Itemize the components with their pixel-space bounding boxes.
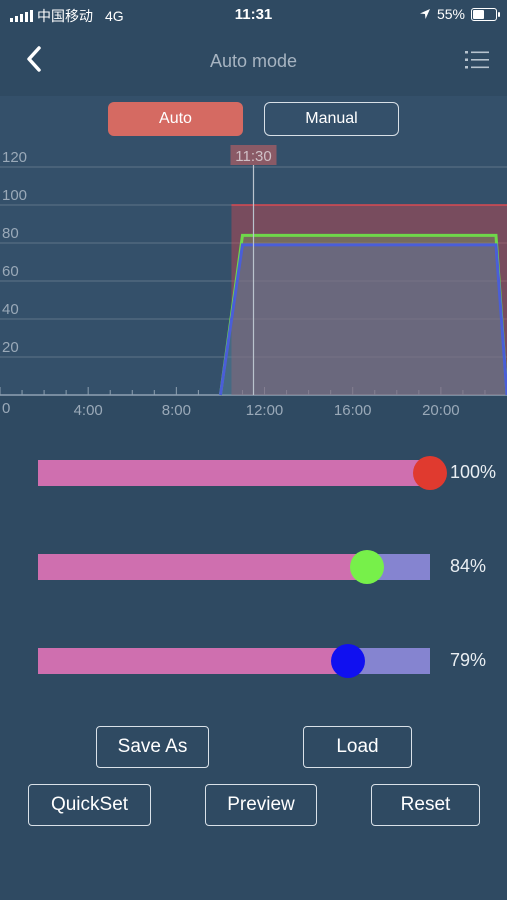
slider-value-label: 84% [450,556,487,576]
x-tick-label: 12:00 [246,402,284,419]
slider-knob[interactable] [413,456,447,490]
intensity-chart: 11:30 120 100 80 60 40 20 0 4:00 8:00 12:00 16:00 20… [0,145,507,419]
save-as-button[interactable]: Save As [96,726,209,768]
battery-icon [471,7,500,21]
page-title: Auto mode [209,51,298,71]
x-tick-label: 4:00 [74,402,103,419]
preview-button[interactable]: Preview [205,784,317,826]
quickset-button[interactable]: QuickSet [28,784,151,826]
slider-fill [38,648,348,674]
y-tick-label: 20 [2,339,19,356]
slider-fill [38,554,368,580]
x-tick-label: 20:00 [422,402,460,419]
x-tick-label: 8:00 [162,402,191,419]
x-tick-label: 16:00 [334,402,372,419]
channel-slider[interactable] [38,456,447,490]
location-arrow-icon [419,9,430,19]
slider-value-label: 100% [450,462,497,482]
slider-fill [38,460,430,486]
manual-mode-button[interactable]: Manual [264,102,399,136]
y-tick-label: 100 [2,187,27,204]
slider-value-label: 79% [450,650,487,670]
channel-slider[interactable] [38,550,430,584]
y-tick-label: 40 [2,301,19,318]
current-time-label: 11:30 [235,148,271,165]
auto-mode-button[interactable]: Auto [108,102,243,136]
load-button[interactable]: Load [303,726,412,768]
status-bar: 中国移动 4G 11:31 55% [0,0,507,30]
y-tick-label: 60 [2,263,19,280]
series-area [220,244,507,395]
list-menu-icon[interactable] [465,48,489,72]
nav-bar: Auto mode [0,30,507,92]
y-tick-label: 0 [2,400,10,417]
slider-knob[interactable] [330,644,365,678]
status-right: 55% [419,6,500,22]
y-tick-label: 80 [2,225,19,242]
channel-slider[interactable] [38,644,430,678]
y-tick-label: 120 [2,149,27,166]
battery-percent: 55% [436,6,465,22]
reset-button[interactable]: Reset [371,784,480,826]
